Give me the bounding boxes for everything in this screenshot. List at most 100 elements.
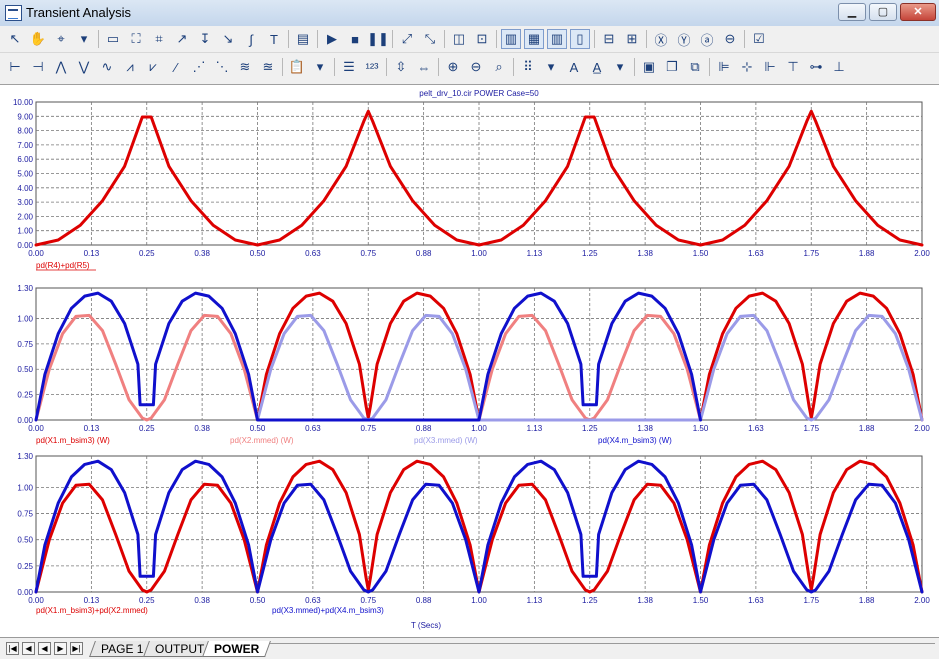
- x-tick-label: 0.00: [28, 424, 44, 433]
- dropdown-arrow-icon[interactable]: ▾: [310, 57, 330, 77]
- tokens-icon[interactable]: ⊡: [472, 29, 492, 49]
- graph-window-icon[interactable]: ▭: [103, 29, 123, 49]
- align-top-icon[interactable]: ⊤: [783, 57, 803, 77]
- fit-icon[interactable]: ⇳: [391, 57, 411, 77]
- all-curves-icon[interactable]: ≋: [235, 57, 255, 77]
- transient-plots[interactable]: 0.00 0.13 0.25 0.38 0.50 0.63 0.75 0.88 1.00 1.13…: [0, 85, 939, 637]
- zoom-y-icon[interactable]: Ⓨ: [674, 29, 694, 49]
- y-tick-label: 4.00: [17, 184, 33, 193]
- toolbar-separator: [634, 58, 635, 76]
- y-tick-label: 2.00: [17, 212, 33, 221]
- x-tick-label: 0.63: [305, 424, 321, 433]
- zoom-reset-icon[interactable]: ⌕: [489, 57, 509, 77]
- front-icon[interactable]: ▣: [639, 57, 659, 77]
- scale-icon[interactable]: ⛶: [126, 29, 146, 49]
- prev-tab-icon[interactable]: ◀: [38, 642, 51, 655]
- y-tick-label: 0.25: [17, 562, 33, 571]
- numeric-icon[interactable]: ¹²³: [362, 57, 382, 77]
- maximize-button[interactable]: ▢: [869, 3, 897, 21]
- grid-bold-icon[interactable]: ▥: [547, 29, 567, 49]
- x-tick-label: 0.50: [250, 424, 266, 433]
- tag-point-icon[interactable]: ⌗: [149, 29, 169, 49]
- align-middle-icon[interactable]: ⊶: [806, 57, 826, 77]
- tag-difference-icon[interactable]: ↘: [218, 29, 238, 49]
- y-tick-label: 7.00: [17, 141, 33, 150]
- tab-power[interactable]: POWER: [202, 641, 272, 657]
- group-icon[interactable]: ⧉: [685, 57, 705, 77]
- text-icon[interactable]: T: [264, 29, 284, 49]
- grid-dotted-icon[interactable]: ▯: [570, 29, 590, 49]
- y-tick-label: 0.50: [17, 365, 33, 374]
- peak-icon[interactable]: ⊢: [5, 57, 25, 77]
- x-tick-label: 1.75: [803, 249, 819, 258]
- toolbar-separator: [282, 58, 283, 76]
- restore-scale-icon[interactable]: ⤡: [420, 29, 440, 49]
- select-arrow-icon[interactable]: ↖: [5, 29, 25, 49]
- last-tab-icon[interactable]: ▶|: [70, 642, 83, 655]
- zoom-xy-icon[interactable]: ⓐ: [697, 29, 717, 49]
- x-tick-label: 1.63: [748, 596, 764, 605]
- align-left-icon[interactable]: ⊫: [714, 57, 734, 77]
- global-low-icon[interactable]: ⩗: [143, 57, 163, 77]
- low-icon[interactable]: ⋁: [74, 57, 94, 77]
- data-points-icon[interactable]: ◫: [449, 29, 469, 49]
- trace-icon[interactable]: ≊: [258, 57, 278, 77]
- high-icon[interactable]: ⋀: [51, 57, 71, 77]
- stop-icon[interactable]: ■: [345, 29, 365, 49]
- dropdown-arrow-icon[interactable]: ▾: [74, 29, 94, 49]
- x-tick-label: 0.63: [305, 596, 321, 605]
- plot-area[interactable]: 0.00 0.13 0.25 0.38 0.50 0.63 0.75 0.88 1.00 1.13…: [0, 84, 939, 637]
- global-high-icon[interactable]: ⩘: [120, 57, 140, 77]
- back-icon[interactable]: ❐: [662, 57, 682, 77]
- pause-icon[interactable]: ❚❚: [367, 29, 389, 49]
- fit-horizontal-icon[interactable]: ⇔: [414, 57, 434, 77]
- valley-icon[interactable]: ⊣: [28, 57, 48, 77]
- first-tab-icon[interactable]: ◀: [22, 642, 35, 655]
- close-button[interactable]: ✕: [900, 3, 936, 21]
- auto-scale-icon[interactable]: ⤢: [397, 29, 417, 49]
- toolbar-separator: [438, 58, 439, 76]
- properties-icon[interactable]: ▤: [293, 29, 313, 49]
- minimize-button[interactable]: ▁: [838, 3, 866, 21]
- zoom-in-icon[interactable]: ⊕: [443, 57, 463, 77]
- zoom-out-icon[interactable]: ⊖: [720, 29, 740, 49]
- zoom-x-icon[interactable]: Ⓧ: [651, 29, 671, 49]
- align-right-icon[interactable]: ⊩: [760, 57, 780, 77]
- x-tick-label: 0.38: [194, 596, 210, 605]
- x-tick-label: 1.88: [859, 596, 875, 605]
- zoom-out-small-icon[interactable]: ⊖: [466, 57, 486, 77]
- run-icon[interactable]: ▶: [322, 29, 342, 49]
- inflection-icon[interactable]: ∿: [97, 57, 117, 77]
- spell-icon[interactable]: A̲: [587, 57, 607, 77]
- list-icon[interactable]: ☰: [339, 57, 359, 77]
- prev-simulation-icon[interactable]: ⋱: [212, 57, 232, 77]
- x-tick-label: 1.88: [859, 249, 875, 258]
- align-center-icon[interactable]: ⊹: [737, 57, 757, 77]
- grid-dots-icon[interactable]: ⠿: [518, 57, 538, 77]
- next-simulation-icon[interactable]: ⋰: [189, 57, 209, 77]
- pan-hand-icon[interactable]: ✋: [28, 29, 48, 49]
- font-icon[interactable]: A: [564, 57, 584, 77]
- slope-icon[interactable]: ∕: [166, 57, 186, 77]
- settings-icon[interactable]: ☑: [749, 29, 769, 49]
- x-tick-label: 0.88: [416, 249, 432, 258]
- formula-icon[interactable]: ∫: [241, 29, 261, 49]
- x-tick-label: 1.00: [471, 249, 487, 258]
- y-tick-label: 1.30: [17, 284, 33, 293]
- first-page-icon[interactable]: |◀: [6, 642, 19, 655]
- toolbar-separator: [513, 58, 514, 76]
- plot-stacked-icon[interactable]: ⊞: [622, 29, 642, 49]
- grid-linear-icon[interactable]: ▥: [501, 29, 521, 49]
- tag-horizontal-icon[interactable]: ↗: [172, 29, 192, 49]
- horizontal-scrollbar[interactable]: [270, 643, 935, 655]
- tag-vertical-icon[interactable]: ↧: [195, 29, 215, 49]
- point-tag-icon[interactable]: ⌖: [51, 29, 71, 49]
- grid-minor-icon[interactable]: ▦: [524, 29, 544, 49]
- dropdown-arrow-icon[interactable]: ▾: [541, 57, 561, 77]
- x-tick-label: 0.25: [139, 249, 155, 258]
- align-bottom-icon[interactable]: ⊥: [829, 57, 849, 77]
- clipboard-icon[interactable]: 📋: [287, 57, 307, 77]
- dropdown-arrow-icon[interactable]: ▾: [610, 57, 630, 77]
- next-tab-icon[interactable]: ▶: [54, 642, 67, 655]
- plot-separate-icon[interactable]: ⊟: [599, 29, 619, 49]
